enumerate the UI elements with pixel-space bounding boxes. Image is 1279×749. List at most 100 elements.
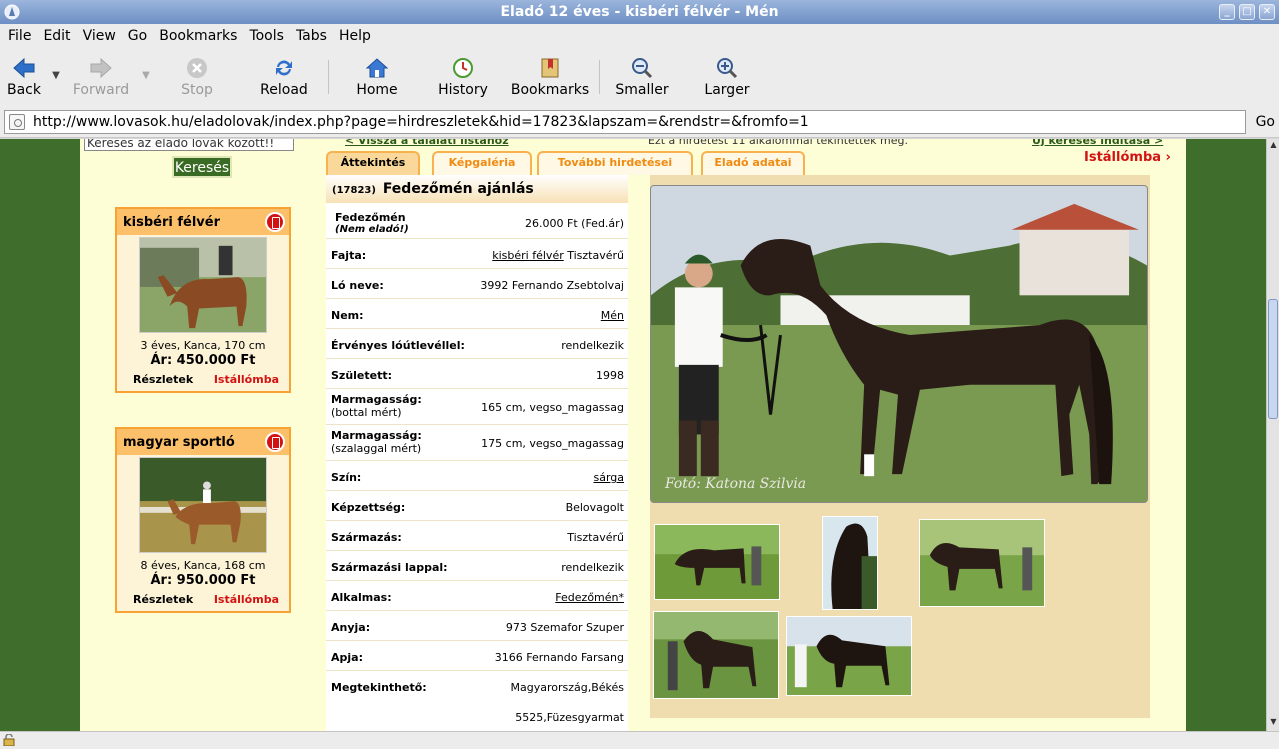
ad-details-link[interactable]: Részletek xyxy=(133,593,193,606)
menu-tools[interactable]: Tools xyxy=(245,28,288,44)
detail-row: Szín: sárga xyxy=(326,461,628,491)
detail-row: Származás: Tisztavérű xyxy=(326,521,628,551)
menu-go[interactable]: Go xyxy=(124,28,151,44)
detail-value: 165 cm, vegso_magassag xyxy=(481,401,624,414)
ad-info: 3 éves, Kanca, 170 cm xyxy=(140,339,266,352)
tab-seller-info[interactable]: Eladó adatai xyxy=(701,151,805,175)
detail-sublabel: (szalaggal mért) xyxy=(331,442,422,455)
menu-view[interactable]: View xyxy=(79,28,120,44)
detail-label: Fedezőmén xyxy=(335,211,406,224)
gallery-thumbnail[interactable] xyxy=(786,616,912,696)
detail-value: rendelkezik xyxy=(561,339,624,352)
detail-value: 5525,Füzesgyarmat xyxy=(515,711,624,724)
reload-icon xyxy=(273,56,295,80)
ad-info: 8 éves, Kanca, 168 cm xyxy=(140,559,266,572)
gallery-thumbnail[interactable] xyxy=(822,516,878,610)
detail-sublabel: (Nem eladó!) xyxy=(335,224,409,235)
back-history-dropdown[interactable]: ▼ xyxy=(48,48,64,81)
navigation-toolbar: Back ▼ Forward ▼ Stop Reload Home Histor… xyxy=(0,48,1279,102)
ad-breed: magyar sportló xyxy=(123,435,235,450)
reload-button[interactable]: Reload xyxy=(240,48,328,102)
listing-details: (17823) Fedezőmén ajánlás Fedezőmén (Nem … xyxy=(326,175,628,731)
tab-overview[interactable]: Áttekintés xyxy=(326,151,420,175)
gender-link[interactable]: Mén xyxy=(601,309,624,322)
home-button[interactable]: Home xyxy=(329,48,425,102)
menu-bookmarks[interactable]: Bookmarks xyxy=(155,28,241,44)
close-button[interactable]: ✕ xyxy=(1259,4,1275,20)
ad-breed: kisbéri félvér xyxy=(123,215,220,230)
menu-help[interactable]: Help xyxy=(335,28,375,44)
gallery-thumbnail[interactable] xyxy=(919,519,1045,607)
breed-link[interactable]: kisbéri félvér xyxy=(492,249,563,262)
color-link[interactable]: sárga xyxy=(593,471,624,484)
bookmarks-icon xyxy=(540,56,560,80)
suitability-link[interactable]: Fedezőmén* xyxy=(555,591,624,604)
ad-add-to-stable-link[interactable]: Istállómba xyxy=(214,373,279,386)
ad-card-body: 8 éves, Kanca, 168 cm Ár: 950.000 Ft Rés… xyxy=(117,455,289,611)
ad-details-link[interactable]: Részletek xyxy=(133,373,193,386)
zoom-in-button[interactable]: Larger xyxy=(684,48,770,102)
scroll-up-arrow-icon[interactable]: ▲ xyxy=(1268,140,1279,152)
status-bar xyxy=(0,731,1279,749)
stop-button[interactable]: Stop xyxy=(154,48,240,102)
back-arrow-icon xyxy=(12,56,36,80)
history-button[interactable]: History xyxy=(425,48,501,102)
window-title: Eladó 12 éves - kisbéri félvér - Mén xyxy=(500,4,779,20)
detail-value: 175 cm, vegso_magassag xyxy=(481,437,624,450)
detail-label: Képzettség: xyxy=(331,501,406,514)
detail-value: Tisztavérű xyxy=(563,249,624,262)
detail-label: Származási lappal: xyxy=(331,561,448,574)
listing-title-text: Fedezőmén ajánlás xyxy=(382,181,534,197)
menu-edit[interactable]: Edit xyxy=(39,28,74,44)
ad-card-body: 3 éves, Kanca, 170 cm Ár: 450.000 Ft Rés… xyxy=(117,235,289,391)
back-to-results-link[interactable]: < Vissza a találati listához xyxy=(345,139,509,147)
back-button[interactable]: Back xyxy=(0,48,48,102)
forward-history-dropdown[interactable]: ▼ xyxy=(138,48,154,81)
search-button[interactable]: Keresés xyxy=(172,156,232,178)
new-search-link[interactable]: Új keresés indítása > xyxy=(1032,139,1163,147)
add-to-stable-link[interactable]: Istállómba › xyxy=(1084,150,1171,165)
scrollbar-thumb[interactable] xyxy=(1268,299,1278,419)
detail-row: Anyja: 973 Szemafor Szuper xyxy=(326,611,628,641)
scroll-down-arrow-icon[interactable]: ▼ xyxy=(1268,717,1279,729)
ad-card[interactable]: kisbéri félvér 3 éves, Kanca, 170 cm Ár:… xyxy=(115,207,291,393)
view-count-text: Ezt a hirdetést 11 alkalommal tekintetté… xyxy=(648,139,908,147)
ad-price: Ár: 450.000 Ft xyxy=(150,353,256,368)
detail-row: Apja: 3166 Fernando Farsang xyxy=(326,641,628,671)
menu-tabs[interactable]: Tabs xyxy=(292,28,331,44)
ad-card-header: kisbéri félvér xyxy=(117,209,289,235)
detail-row: Nem: Mén xyxy=(326,299,628,329)
detail-label: Fajta: xyxy=(331,249,367,262)
ad-card[interactable]: magyar sportló 8 éves, Kanca, 168 cm Ár:… xyxy=(115,427,291,613)
detail-row: Született: 1998 xyxy=(326,359,628,389)
ad-add-to-stable-link[interactable]: Istállómba xyxy=(214,593,279,606)
detail-label: Nem: xyxy=(331,309,364,322)
bookmarks-button[interactable]: Bookmarks xyxy=(501,48,599,102)
page-viewport: Keresés az eladó lovak között!! Keresés … xyxy=(0,139,1266,731)
ad-card-header: magyar sportló xyxy=(117,429,289,455)
listing-id: (17823) xyxy=(332,185,376,196)
forward-button[interactable]: Forward xyxy=(64,48,138,102)
detail-value: 26.000 Ft (Fed.ár) xyxy=(525,217,624,230)
menu-file[interactable]: File xyxy=(4,28,35,44)
tab-other-ads[interactable]: További hirdetései xyxy=(537,151,693,175)
address-bar: http://www.lovasok.hu/eladolovak/index.p… xyxy=(0,102,1279,138)
mobile-phone-icon xyxy=(265,432,285,452)
history-icon xyxy=(452,56,474,80)
main-horse-photo[interactable]: Fotó: Katona Szilvia xyxy=(650,185,1148,503)
vertical-scrollbar[interactable]: ▲ ▼ xyxy=(1266,139,1279,731)
gallery-thumbnail[interactable] xyxy=(654,524,780,600)
maximize-button[interactable]: □ xyxy=(1239,4,1255,20)
tab-gallery[interactable]: Képgaléria xyxy=(432,151,532,175)
listing-title: (17823) Fedezőmén ajánlás xyxy=(326,175,628,203)
zoom-out-button[interactable]: Smaller xyxy=(600,48,684,102)
detail-value: 1998 xyxy=(596,369,624,382)
go-button[interactable]: Go xyxy=(1256,114,1275,130)
ad-horse-photo[interactable] xyxy=(139,237,267,333)
url-input[interactable]: http://www.lovasok.hu/eladolovak/index.p… xyxy=(4,110,1246,134)
ad-horse-photo[interactable] xyxy=(139,457,267,553)
search-input[interactable]: Keresés az eladó lovak között!! xyxy=(84,139,294,151)
detail-value: 973 Szemafor Szuper xyxy=(505,621,624,634)
gallery-thumbnail[interactable] xyxy=(653,611,779,699)
minimize-button[interactable]: _ xyxy=(1219,4,1235,20)
